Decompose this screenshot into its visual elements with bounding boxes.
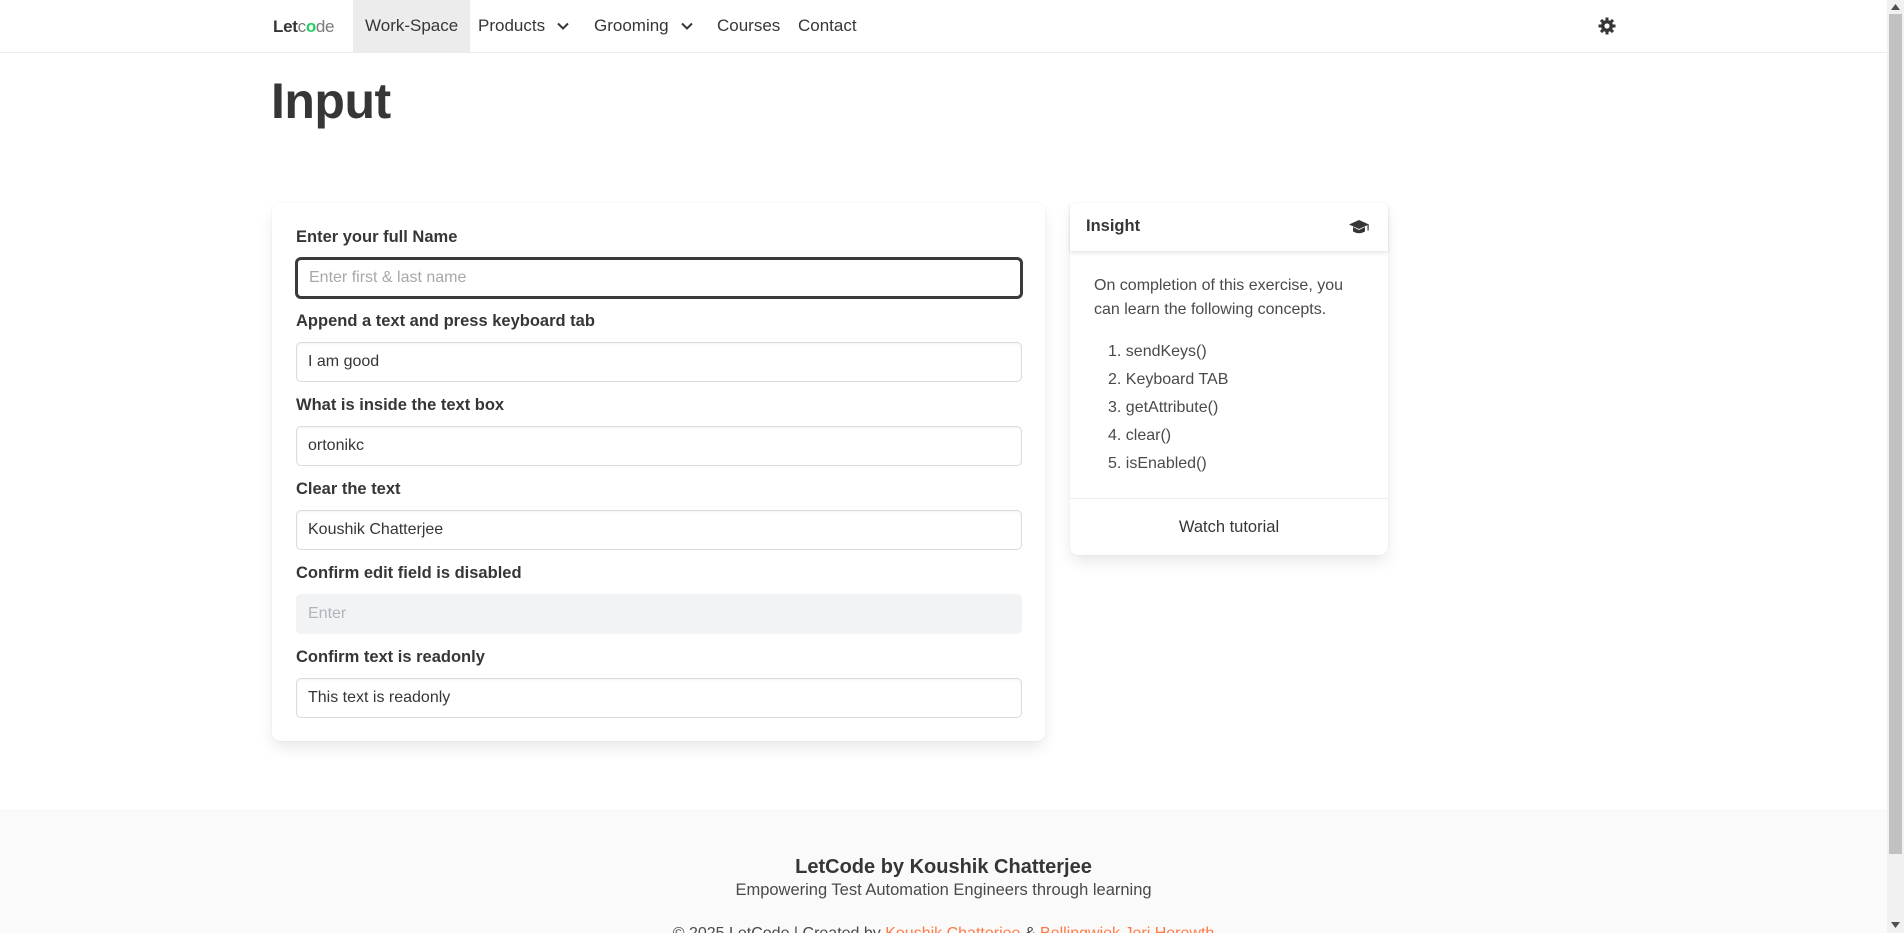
chevron-down-icon <box>557 22 569 30</box>
watch-tutorial-label: Watch tutorial <box>1178 517 1280 536</box>
full-name-input[interactable] <box>296 258 1022 298</box>
list-item: 4. clear() <box>1108 427 1172 444</box>
scroll-up-arrow-icon[interactable] <box>1891 4 1900 10</box>
list-item: 3. getAttribute() <box>1108 399 1219 416</box>
nav-courses[interactable]: Courses <box>705 0 792 52</box>
full-name-label: Enter your full Name <box>296 228 458 246</box>
nav-grooming[interactable]: Grooming <box>582 0 707 52</box>
scrollbar-thumb[interactable] <box>1889 14 1902 854</box>
brand-text-c: c <box>297 17 307 36</box>
footer-author-link[interactable]: Koushik Chatterjee <box>885 925 1020 933</box>
inside-textbox-label: What is inside the text box <box>296 396 505 414</box>
nav-contact-label: Contact <box>798 16 857 35</box>
insight-title: Insight <box>1086 217 1141 235</box>
brand-logo[interactable]: Letcode <box>273 17 335 37</box>
inside-textbox-input[interactable] <box>296 426 1022 466</box>
concepts-list: 1. sendKeys() 2. Keyboard TAB 3. getAttr… <box>1108 338 1228 478</box>
footer-org-link[interactable]: Bellingwiek Jeri Herewth <box>1040 925 1214 933</box>
watch-tutorial-link[interactable]: Watch tutorial <box>1070 498 1388 555</box>
chevron-down-icon <box>680 22 693 30</box>
list-item: 1. sendKeys() <box>1108 343 1207 360</box>
footer-copy-prefix: © 2025 LetCode | Created by <box>673 925 881 933</box>
list-item: 5. isEnabled() <box>1108 455 1207 472</box>
insight-description: On completion of this exercise, you can … <box>1094 277 1344 318</box>
nav-grooming-label: Grooming <box>594 16 669 35</box>
vertical-scrollbar[interactable] <box>1887 0 1904 933</box>
append-text-label: Append a text and press keyboard tab <box>296 312 595 330</box>
brand-text-let: Let <box>273 17 298 36</box>
nav-products-label: Products <box>478 16 546 35</box>
page-title: Input <box>271 73 391 129</box>
nav-workspace-label: Work-Space <box>365 16 459 35</box>
gear-icon[interactable] <box>1597 16 1617 36</box>
brand-text-de: de <box>315 17 335 36</box>
disabled-field-label: Confirm edit field is disabled <box>296 564 522 582</box>
footer-copyright: © 2025 LetCode | Created by Koushik Chat… <box>0 925 1887 933</box>
readonly-field-input[interactable] <box>296 678 1022 718</box>
list-item: 2. Keyboard TAB <box>1108 371 1229 388</box>
insight-header: Insight <box>1070 203 1388 251</box>
nav-courses-label: Courses <box>717 16 781 35</box>
graduation-cap-icon <box>1349 220 1369 234</box>
nav-contact[interactable]: Contact <box>786 0 869 52</box>
footer-copy-separator: & <box>1025 925 1036 933</box>
brand-text-o: o <box>305 17 316 36</box>
footer: LetCode by Koushik Chatterjee Empowering… <box>0 809 1887 933</box>
disabled-field-input <box>296 594 1022 634</box>
scroll-down-arrow-icon[interactable] <box>1891 922 1900 928</box>
readonly-field-label: Confirm text is readonly <box>296 648 485 666</box>
nav-workspace[interactable]: Work-Space <box>353 0 471 52</box>
append-text-input[interactable] <box>296 342 1022 382</box>
footer-subtitle: Empowering Test Automation Engineers thr… <box>735 881 1152 899</box>
input-form-card: Enter your full Name Append a text and p… <box>272 203 1045 741</box>
clear-text-label: Clear the text <box>296 480 401 498</box>
clear-text-input[interactable] <box>296 510 1022 550</box>
footer-title: LetCode by Koushik Chatterjee <box>795 856 1092 878</box>
navbar: Letcode Work-Space Products Grooming Cou… <box>0 0 1887 53</box>
nav-products[interactable]: Products <box>466 0 583 52</box>
insight-card: Insight On completion of this exercise, … <box>1070 203 1388 555</box>
